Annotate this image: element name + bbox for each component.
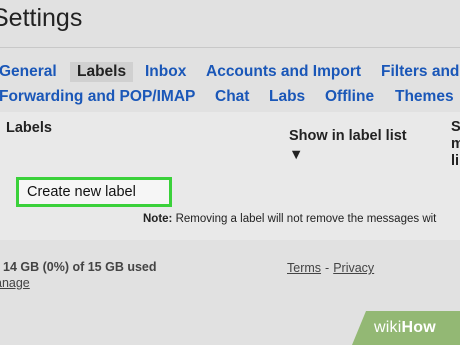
tab-offline[interactable]: Offline — [325, 87, 374, 107]
manage-storage-link[interactable]: anage — [0, 276, 30, 290]
tab-themes[interactable]: Themes — [395, 87, 454, 107]
truncated-header-line: S — [451, 119, 460, 135]
tab-chat[interactable]: Chat — [215, 87, 249, 107]
tab-general[interactable]: General — [0, 62, 57, 82]
storage-usage: 14 GB (0%) of 15 GB used — [3, 260, 157, 274]
footer-links: Terms - Privacy — [287, 261, 374, 275]
tab-inbox[interactable]: Inbox — [145, 62, 186, 82]
privacy-link[interactable]: Privacy — [333, 261, 374, 275]
labels-heading: Labels — [6, 120, 52, 136]
tab-labs[interactable]: Labs — [269, 87, 305, 107]
tab-filters[interactable]: Filters and — [381, 62, 459, 82]
truncated-column-header: S m li — [451, 119, 460, 170]
wikihow-watermark: wikiHow — [352, 311, 460, 345]
create-new-label-button[interactable]: Create new label — [16, 177, 172, 207]
page-title: Settings — [0, 4, 83, 32]
tab-labels[interactable]: Labels — [70, 62, 134, 82]
note-text: Removing a label will not remove the mes… — [172, 213, 437, 225]
terms-link[interactable]: Terms — [287, 261, 321, 275]
show-in-label-list-header[interactable]: Show in label list ▼ — [289, 127, 409, 165]
note-prefix: Note: — [143, 213, 173, 225]
watermark-label: wikiHow — [374, 319, 436, 337]
truncated-header-line: li — [451, 153, 460, 169]
tab-accounts-and-import[interactable]: Accounts and Import — [206, 62, 361, 82]
header-divider — [0, 47, 460, 48]
footer-separator: - — [325, 261, 330, 275]
watermark-how: How — [401, 319, 436, 336]
label-removal-note: Note: Removing a label will not remove t… — [143, 213, 436, 225]
watermark-wiki: wiki — [374, 319, 402, 336]
truncated-header-line: m — [451, 136, 460, 152]
tab-forwarding-pop-imap[interactable]: Forwarding and POP/IMAP — [0, 87, 195, 107]
